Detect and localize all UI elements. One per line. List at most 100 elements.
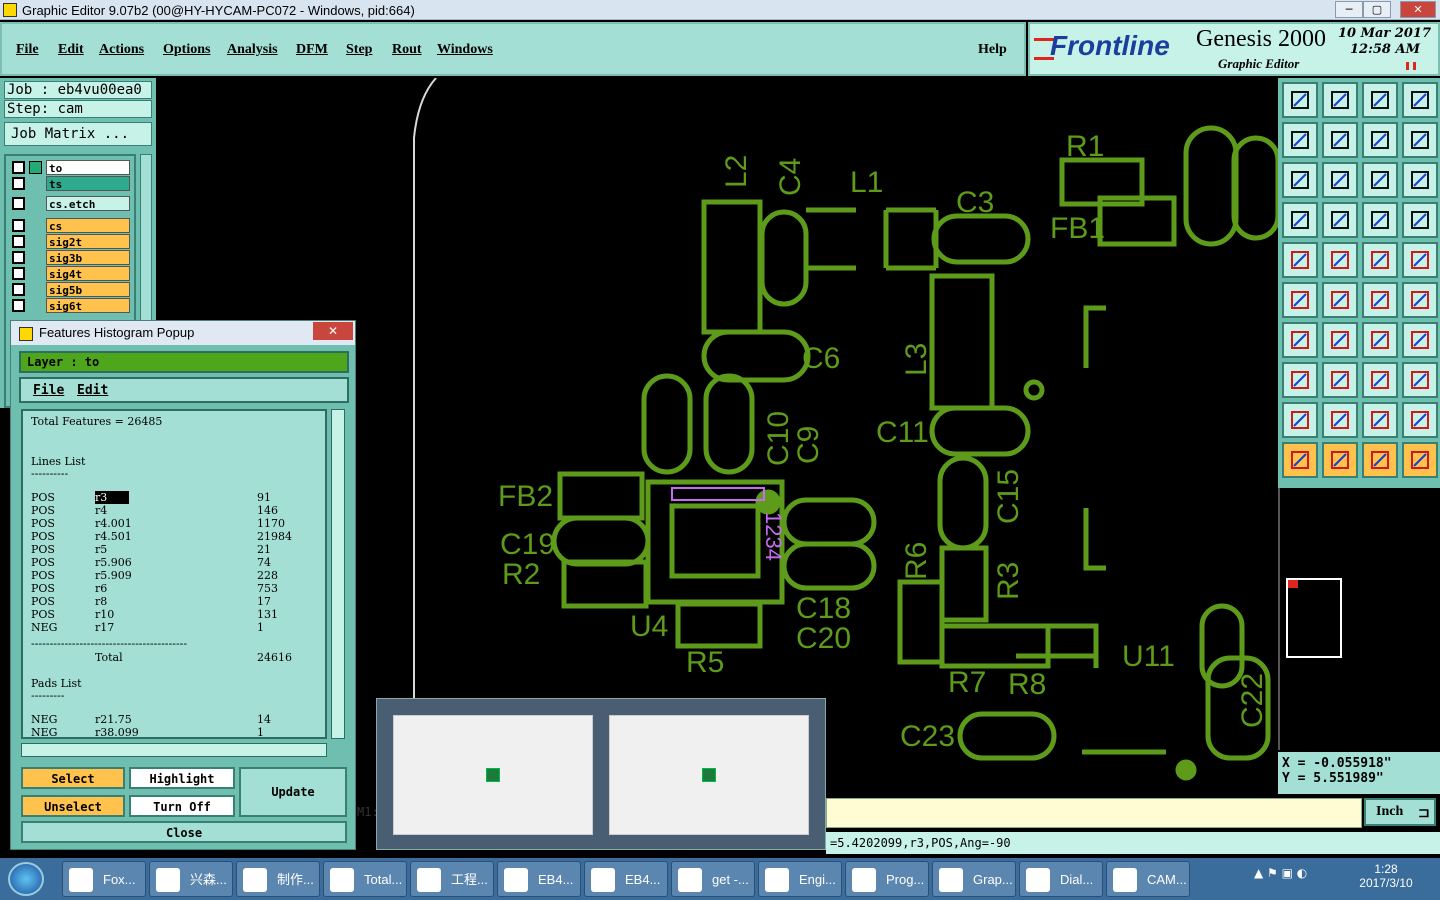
triangle-icon[interactable] xyxy=(1282,402,1318,438)
layer-name[interactable]: sig4t xyxy=(46,266,130,281)
line-count[interactable]: 146 xyxy=(257,504,317,517)
unselect-button[interactable]: Unselect xyxy=(21,795,125,817)
line-count[interactable]: 91 xyxy=(257,491,317,504)
popup-close-icon[interactable]: ✕ xyxy=(313,322,353,340)
layer-name[interactable]: ts xyxy=(46,176,130,191)
line-sym[interactable]: r4.001 xyxy=(95,517,155,530)
layer-checkbox[interactable] xyxy=(12,267,25,280)
line-sym[interactable]: r17 xyxy=(95,621,155,634)
copy-icon[interactable] xyxy=(1282,362,1318,398)
taskbar-item[interactable]: Fox... xyxy=(62,861,146,897)
align-icon[interactable] xyxy=(1402,322,1438,358)
group-icon[interactable] xyxy=(1402,362,1438,398)
pad-pol[interactable]: NEG xyxy=(31,713,91,726)
layer-row[interactable]: ts xyxy=(12,176,130,191)
line-sym[interactable]: r4 xyxy=(95,504,155,517)
highlight-button[interactable]: Highlight xyxy=(129,767,235,789)
menu-rout[interactable]: Rout xyxy=(392,42,422,58)
angle-icon[interactable] xyxy=(1282,322,1318,358)
line-pol[interactable]: POS xyxy=(31,608,91,621)
thumbnail-window[interactable] xyxy=(609,715,809,835)
close-button[interactable]: ✕ xyxy=(1400,1,1436,18)
pad-pol[interactable]: NEG xyxy=(31,726,91,737)
taskbar-item[interactable]: EB4... xyxy=(584,861,668,897)
popup-close-button[interactable]: Close xyxy=(21,821,347,843)
layer-row[interactable]: sig2t xyxy=(12,234,130,249)
line-count[interactable]: 753 xyxy=(257,582,317,595)
select-button[interactable]: Select xyxy=(21,767,125,789)
line-icon[interactable] xyxy=(1322,322,1358,358)
swap-icon[interactable] xyxy=(1362,122,1398,158)
menu-analysis[interactable]: Analysis xyxy=(227,42,278,58)
line-sym[interactable]: r8 xyxy=(95,595,155,608)
line-count[interactable]: 74 xyxy=(257,556,317,569)
line-count[interactable]: 17 xyxy=(257,595,317,608)
pointer-circle-icon[interactable] xyxy=(1362,442,1398,478)
histogram-vscrollbar[interactable] xyxy=(331,409,345,739)
start-button[interactable] xyxy=(8,862,44,896)
layer-checkbox[interactable] xyxy=(12,219,25,232)
taskbar-item[interactable]: get -... xyxy=(671,861,755,897)
menu-windows[interactable]: Windows xyxy=(437,42,493,58)
pad-count[interactable]: 1 xyxy=(257,726,317,737)
line-pol[interactable]: POS xyxy=(31,491,91,504)
line-pol[interactable]: POS xyxy=(31,517,91,530)
line-pol[interactable]: NEG xyxy=(31,621,91,634)
line-pol[interactable]: POS xyxy=(31,556,91,569)
line-count[interactable]: 131 xyxy=(257,608,317,621)
taskbar-item[interactable]: Prog... xyxy=(845,861,929,897)
zoom-in-icon[interactable] xyxy=(1322,162,1358,198)
taskbar-item[interactable]: CAM... xyxy=(1106,861,1190,897)
menu-edit[interactable]: Edit xyxy=(58,42,84,58)
line-count[interactable]: 21984 xyxy=(257,530,317,543)
layer-checkbox[interactable] xyxy=(12,161,25,174)
menu-dfm[interactable]: DFM xyxy=(296,42,328,58)
taskbar-item[interactable]: Total... xyxy=(323,861,407,897)
zoom-fit-icon[interactable] xyxy=(1282,162,1318,198)
layer-row[interactable]: cs.etch xyxy=(12,196,130,211)
connect-icon[interactable] xyxy=(1362,282,1398,318)
line-sym[interactable]: r4.501 xyxy=(95,530,155,543)
layer-checkbox[interactable] xyxy=(12,177,25,190)
measure-icon[interactable] xyxy=(1282,202,1318,238)
line-count[interactable]: 1170 xyxy=(257,517,317,530)
layer-name[interactable]: sig3b xyxy=(46,250,130,265)
taskbar-item[interactable]: Grap... xyxy=(932,861,1016,897)
scale-icon[interactable] xyxy=(1362,162,1398,198)
ruler-icon[interactable] xyxy=(1362,242,1398,278)
thumbnail-window[interactable] xyxy=(393,715,593,835)
filter-red-icon[interactable] xyxy=(1402,202,1438,238)
window-icon[interactable] xyxy=(1402,82,1438,118)
menu-options[interactable]: Options xyxy=(163,42,210,58)
taskbar-item[interactable]: 工程... xyxy=(410,861,494,897)
line-sym[interactable]: r5 xyxy=(95,543,155,556)
menu-actions[interactable]: Actions xyxy=(99,42,144,58)
layer-row[interactable]: cs xyxy=(12,218,130,233)
undo-icon[interactable] xyxy=(1362,322,1398,358)
menu-help[interactable]: Help xyxy=(978,42,1007,58)
overview-map[interactable] xyxy=(1278,488,1440,750)
layer-row[interactable]: sig6t xyxy=(12,298,130,313)
taskbar-item[interactable]: 兴森... xyxy=(149,861,233,897)
next-icon[interactable] xyxy=(1322,122,1358,158)
pad-sym[interactable]: r21.75 xyxy=(95,713,155,726)
edit-icon[interactable] xyxy=(1322,242,1358,278)
command-line[interactable]: M1: xyxy=(357,798,1362,828)
unit-select[interactable]: Inch ⊐ xyxy=(1364,798,1436,826)
layer-checkbox[interactable] xyxy=(12,299,25,312)
taskbar-item[interactable]: 制作... xyxy=(236,861,320,897)
layer-checkbox[interactable] xyxy=(12,197,25,210)
route-icon[interactable] xyxy=(1322,202,1358,238)
layer-row[interactable]: sig3b xyxy=(12,250,130,265)
line-sym[interactable]: r10 xyxy=(95,608,155,621)
layer-name[interactable]: sig6t xyxy=(46,298,130,313)
line-sym[interactable]: r6 xyxy=(95,582,155,595)
line-sym[interactable]: r5.906 xyxy=(95,556,155,569)
line-pol[interactable]: POS xyxy=(31,569,91,582)
pause-icon[interactable] xyxy=(1406,62,1416,70)
line-pol[interactable]: POS xyxy=(31,595,91,608)
layer-name[interactable]: sig2t xyxy=(46,234,130,249)
tray-icons[interactable]: ▲ ⚑ ▣ ◐ xyxy=(1254,866,1307,880)
layer-row[interactable]: sig5b xyxy=(12,282,130,297)
layer-row[interactable]: sig4t xyxy=(12,266,130,281)
